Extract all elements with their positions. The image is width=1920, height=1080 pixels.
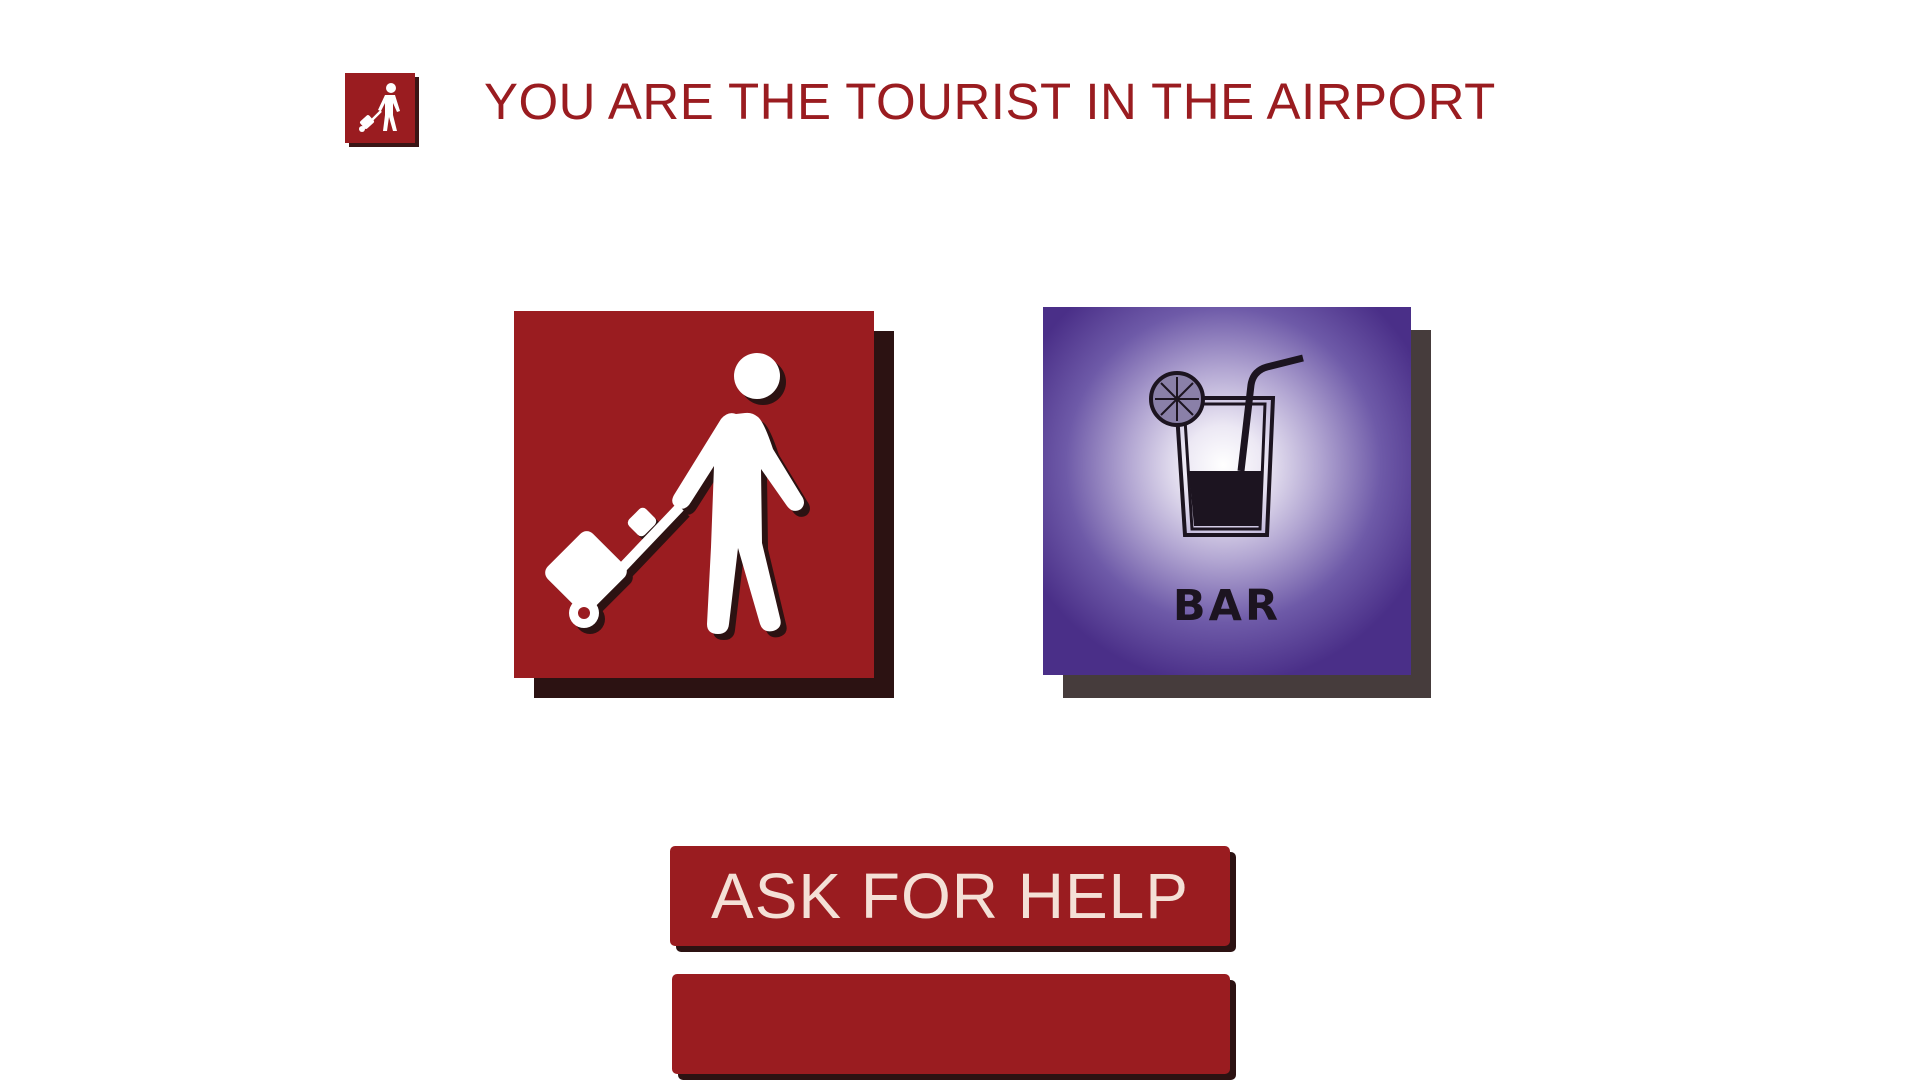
ask-for-help-button[interactable]: ASK FOR HELP: [670, 846, 1230, 946]
secondary-action-button[interactable]: [672, 974, 1230, 1074]
bar-card[interactable]: BAR: [1043, 307, 1411, 675]
page-title: YOU ARE THE TOURIST IN THE AIRPORT: [484, 73, 1496, 130]
tourist-with-suitcase-icon: [545, 353, 810, 640]
tourist-card[interactable]: [514, 311, 874, 678]
tourist-luggage-icon: [345, 73, 415, 143]
airport-screen: YOU ARE THE TOURIST IN THE AIRPORT BAR A…: [0, 0, 1920, 1080]
bar-label: BAR: [1172, 581, 1282, 631]
